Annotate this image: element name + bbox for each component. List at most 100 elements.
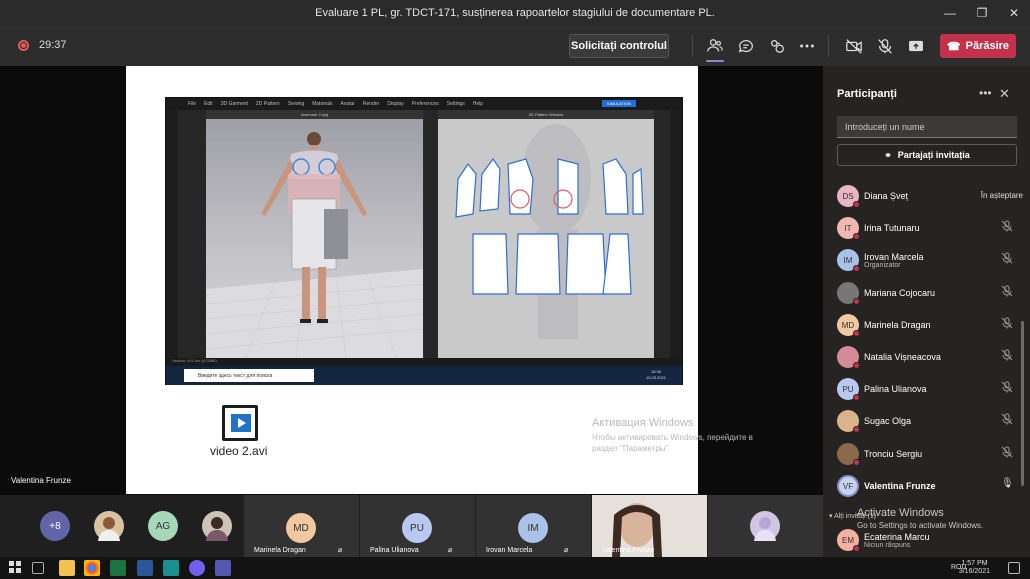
- file-explorer-icon[interactable]: [59, 560, 75, 576]
- inner-taskbar: Введите здесь текст для поиска 16:36 15.…: [166, 366, 682, 385]
- meeting-timer: 29:37: [39, 39, 67, 51]
- video-tile-live[interactable]: Valentina Frunze: [592, 495, 707, 557]
- participant-row[interactable]: MD Marinela Dragan: [837, 312, 1023, 338]
- video-tile[interactable]: [708, 495, 823, 557]
- participant-row[interactable]: EM Ecaterina Marcu Niciun răspuns: [837, 527, 1023, 553]
- menu-item: Settings: [446, 101, 465, 107]
- mic-icon[interactable]: 🎙: [1001, 478, 1015, 492]
- presenter-name: Valentina Frunze: [11, 476, 71, 485]
- tile-photo-avatar: [750, 511, 780, 541]
- pattern-tools-panel: [424, 110, 438, 358]
- participant-row[interactable]: TS Tronciu Sergiu: [837, 441, 1023, 467]
- avatar-initials: DS: [842, 191, 854, 201]
- share-icon: ⚭: [884, 149, 892, 160]
- participant-row[interactable]: VF Valentina Frunze 🎙: [837, 473, 1023, 499]
- participant-search-input[interactable]: Introduceți un nume: [837, 116, 1017, 138]
- mic-off-icon[interactable]: [1001, 381, 1015, 395]
- participant-photo-avatar: [202, 511, 232, 541]
- leave-button[interactable]: ☎ Părăsire: [940, 34, 1016, 58]
- app-menu-bar: File Edit 3D Garment 2D Pattern Sewing M…: [166, 98, 682, 110]
- close-window-button[interactable]: ✕: [998, 0, 1030, 26]
- mic-off-icon[interactable]: [1001, 317, 1015, 331]
- excel-icon[interactable]: [110, 560, 126, 576]
- viber-icon[interactable]: [189, 560, 205, 576]
- mic-off-icon[interactable]: [873, 34, 897, 58]
- avatar-initials: IM: [843, 255, 853, 265]
- participant-name: Tronciu Sergiu: [864, 449, 923, 459]
- avatar: MC: [837, 282, 860, 305]
- participant-name: Irina Tutunaru: [864, 223, 920, 233]
- presence-dot: [853, 459, 860, 466]
- participant-name: Mariana Cojocaru: [864, 288, 936, 298]
- more-actions-icon[interactable]: [795, 34, 819, 58]
- avatar: IT: [837, 217, 860, 240]
- notification-center-icon[interactable]: [1008, 562, 1020, 574]
- activation-watermark-text: Чтобы активировать Windows, перейдите в …: [592, 433, 753, 453]
- participant-name: Diana Șveț: [864, 191, 909, 201]
- hangup-icon: ☎: [946, 40, 961, 53]
- system-clock[interactable]: 1:57 PM 3/16/2021: [959, 560, 990, 576]
- participant-name: Marinela Dragan: [864, 320, 931, 330]
- avatar-initials: TS: [843, 450, 853, 459]
- 3d-garment-view: Incercare 2.zprj: [206, 110, 423, 358]
- participant-row[interactable]: MC Mariana Cojocaru: [837, 280, 1023, 306]
- scrollbar[interactable]: [1021, 321, 1024, 486]
- mic-off-icon[interactable]: [1001, 285, 1015, 299]
- app-fs-icon[interactable]: [163, 560, 179, 576]
- toolbar-divider: [828, 35, 829, 57]
- presence-dot: [853, 426, 860, 433]
- video-tile[interactable]: MD Marinela Dragan ⌀: [244, 495, 359, 557]
- avatar-initials: IT: [844, 223, 852, 233]
- presence-dot: [853, 298, 860, 305]
- participant-row[interactable]: PU Palina Ulianova: [837, 376, 1023, 402]
- more-options-icon[interactable]: •••: [979, 86, 992, 100]
- share-invite-label: Partajați invitația: [897, 150, 970, 160]
- close-icon[interactable]: ✕: [999, 86, 1010, 102]
- participant-row[interactable]: NV Natalia Vișneacova: [837, 344, 1023, 370]
- minimize-button[interactable]: —: [934, 0, 966, 26]
- avatar: TS: [837, 443, 860, 466]
- presence-dot: [853, 233, 860, 240]
- menu-item: Render: [362, 101, 380, 107]
- request-control-button[interactable]: Solicitați controlul: [569, 34, 669, 58]
- simulation-button: SIMULATION: [602, 100, 636, 107]
- avatar: EM: [837, 529, 860, 552]
- task-view-icon[interactable]: [32, 562, 44, 574]
- breakout-rooms-icon[interactable]: [765, 34, 789, 58]
- app-status-bar: Version: 6.0.3xx (r23386): [166, 358, 682, 366]
- menu-item: Avatar: [340, 101, 355, 107]
- more-participants-button[interactable]: +8: [40, 511, 70, 541]
- teams-icon[interactable]: [215, 560, 231, 576]
- mic-off-icon[interactable]: [1001, 220, 1015, 234]
- mic-off-icon[interactable]: [1001, 252, 1015, 266]
- participant-row[interactable]: SO Sugac Olga: [837, 408, 1023, 434]
- video-gallery: +8 AG MD Marinela Dragan ⌀ PU Palina Uli…: [0, 495, 823, 557]
- tile-name: Palina Ulianova: [370, 547, 419, 554]
- windows-start-icon[interactable]: [8, 560, 24, 576]
- window-title: Evaluare 1 PL, gr. TDCT-171, susținerea …: [315, 7, 715, 19]
- share-tray-icon[interactable]: [904, 34, 928, 58]
- participants-icon[interactable]: [703, 34, 727, 62]
- menu-item: 3D Garment: [220, 101, 248, 107]
- mic-off-icon[interactable]: [1001, 413, 1015, 427]
- participant-name: Ecaterina Marcu: [864, 531, 930, 542]
- mic-off-icon[interactable]: [1001, 446, 1015, 460]
- participant-row[interactable]: IM Irovan Marcela Organizator: [837, 247, 1023, 273]
- mic-off-icon[interactable]: [1001, 349, 1015, 363]
- participant-row[interactable]: DS Diana Șveț În așteptare: [837, 183, 1023, 209]
- share-invite-button[interactable]: ⚭ Partajați invitația: [837, 144, 1017, 166]
- avatar-initials: EM: [842, 535, 854, 545]
- chat-icon[interactable]: [734, 34, 758, 58]
- menu-item: 2D Pattern: [255, 101, 280, 107]
- shared-slide: File Edit 3D Garment 2D Pattern Sewing M…: [126, 66, 753, 494]
- chrome-icon[interactable]: [84, 560, 100, 576]
- video-tile[interactable]: PU Palina Ulianova ⌀: [360, 495, 475, 557]
- participant-subtitle: Niciun răspuns: [864, 541, 911, 549]
- meeting-toolbar: 29:37 Solicitați controlul ☎ Părăsire: [0, 26, 1030, 66]
- participant-row[interactable]: IT Irina Tutunaru: [837, 215, 1023, 241]
- camera-off-icon[interactable]: [842, 34, 866, 58]
- video-tile[interactable]: IM Irovan Marcela ⌀: [476, 495, 591, 557]
- word-icon[interactable]: [137, 560, 153, 576]
- maximize-button[interactable]: ❐: [966, 0, 998, 26]
- participant-status: În așteptare: [980, 191, 1023, 200]
